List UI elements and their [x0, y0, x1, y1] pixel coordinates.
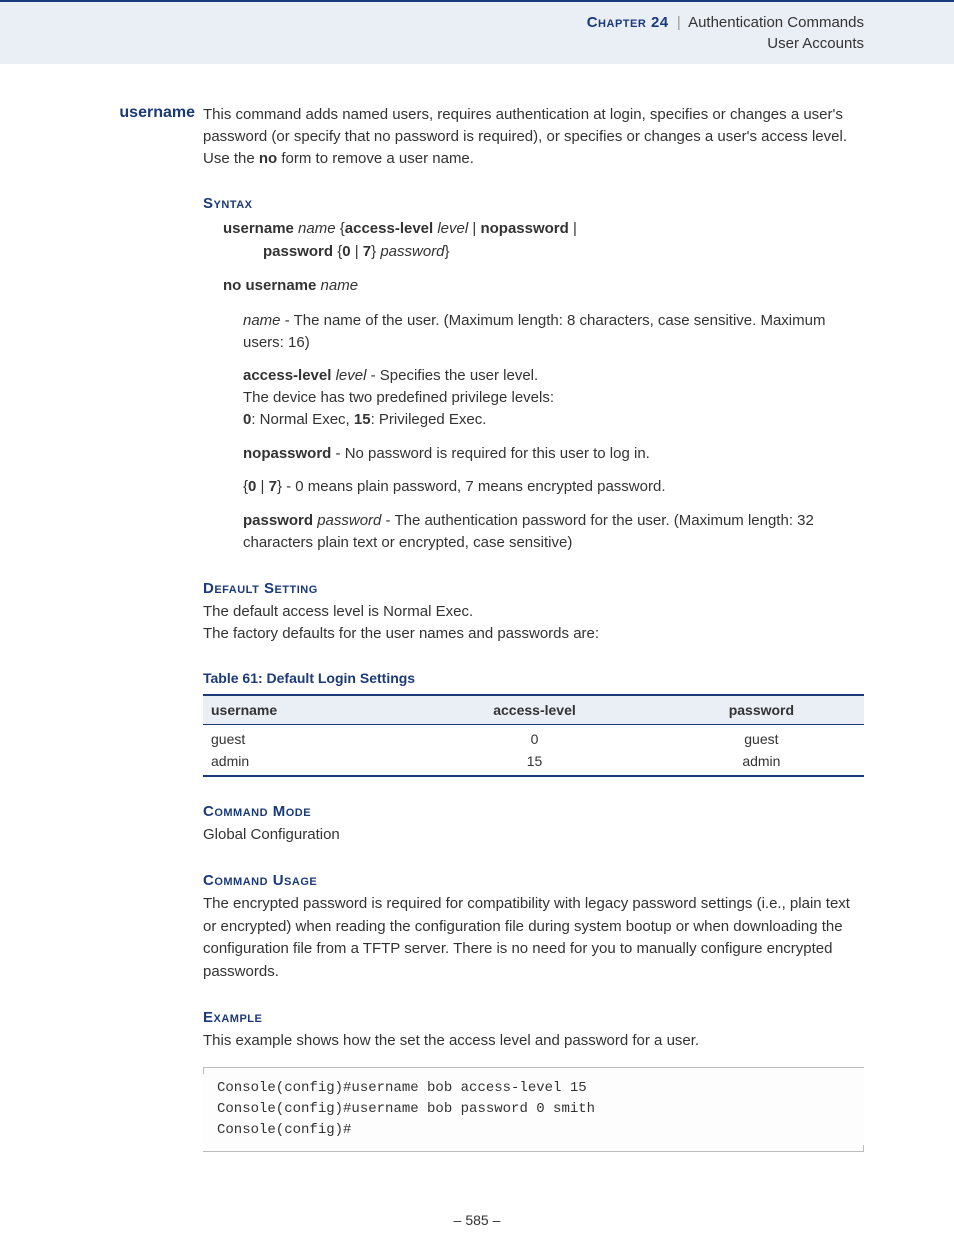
- pp-i1: password: [317, 512, 381, 529]
- pz-p3: } - 0 means plain password, 7 means encr…: [277, 478, 666, 495]
- th-password: password: [659, 695, 864, 725]
- param-password: password password - The authentication p…: [243, 510, 864, 554]
- example-line: Console(config)#username bob password 0 …: [217, 1099, 850, 1120]
- pa-t4: : Privileged Exec.: [371, 411, 487, 428]
- page-number: – 585 –: [90, 1212, 864, 1228]
- chapter-label: Chapter 24: [587, 14, 669, 31]
- nl-i1: name: [321, 277, 359, 294]
- example-line: Console(config)#: [217, 1120, 850, 1141]
- pnp-b1: nopassword: [243, 445, 331, 462]
- pa-t1: - Specifies the user level.: [366, 367, 538, 384]
- no-username-line: no username name: [223, 275, 864, 298]
- th-access-level: access-level: [410, 695, 659, 725]
- desc-post: form to remove a user name.: [277, 150, 474, 167]
- sl2-b3: 7: [363, 243, 371, 260]
- command-mode-text: Global Configuration: [203, 824, 864, 847]
- table-row: guest 0 guest: [203, 724, 864, 750]
- pz-p2: |: [261, 478, 269, 495]
- syntax-heading: Syntax: [203, 195, 864, 212]
- default-setting-heading: Default Setting: [203, 580, 864, 597]
- sl2-p2: |: [355, 243, 363, 260]
- param-access-level: access-level level - Specifies the user …: [243, 365, 864, 430]
- pa-t2: The device has two predefined privilege …: [243, 389, 554, 406]
- login-settings-table: username access-level password guest 0 g…: [203, 694, 864, 777]
- header-separator: |: [673, 14, 685, 31]
- pa-t3: : Normal Exec,: [251, 411, 354, 428]
- td-username: guest: [203, 724, 410, 750]
- command-mode-heading: Command Mode: [203, 803, 864, 820]
- pz-b2: 7: [269, 478, 277, 495]
- td-username: admin: [203, 750, 410, 776]
- sl1-i1: name: [298, 220, 340, 237]
- sl1-i2: level: [437, 220, 472, 237]
- chapter-title: Authentication Commands: [688, 14, 864, 31]
- sl2-p4: }: [445, 243, 450, 260]
- sl1-b1: access-level: [345, 220, 438, 237]
- sl2-b2: 0: [342, 243, 355, 260]
- ds-l2: The factory defaults for the user names …: [203, 625, 599, 642]
- pn-i1: name: [243, 312, 281, 329]
- default-setting-text: The default access level is Normal Exec.…: [203, 601, 864, 646]
- page-header: Chapter 24 | Authentication Commands Use…: [0, 0, 954, 64]
- pp-b1: password: [243, 512, 317, 529]
- td-access-level: 15: [410, 750, 659, 776]
- command-description: This command adds named users, requires …: [203, 104, 864, 169]
- sl2-p3: }: [371, 243, 380, 260]
- sl2-b1: password: [263, 243, 337, 260]
- table-caption: Table 61: Default Login Settings: [203, 670, 864, 686]
- sl1-b2: nopassword: [480, 220, 573, 237]
- pnp-t1: - No password is required for this user …: [331, 445, 649, 462]
- param-zero-seven: {0 | 7} - 0 means plain password, 7 mean…: [243, 476, 864, 498]
- pa-b1: access-level: [243, 367, 336, 384]
- syntax-line-1: username name {access-level level | nopa…: [223, 218, 864, 263]
- desc-bold: no: [259, 150, 277, 167]
- pa-i1: level: [336, 367, 367, 384]
- command-name: username: [90, 104, 203, 122]
- td-password: admin: [659, 750, 864, 776]
- example-line: Console(config)#username bob access-leve…: [217, 1078, 850, 1099]
- td-password: guest: [659, 724, 864, 750]
- pa-b3: 15: [354, 411, 371, 428]
- page-body: username This command adds named users, …: [0, 64, 954, 1258]
- pz-b1: 0: [248, 478, 261, 495]
- th-username: username: [203, 695, 410, 725]
- header-subtitle: User Accounts: [0, 33, 864, 54]
- param-name: name - The name of the user. (Maximum le…: [243, 310, 864, 354]
- pn-t1: - The name of the user. (Maximum length:…: [243, 312, 825, 351]
- td-access-level: 0: [410, 724, 659, 750]
- example-intro: This example shows how the set the acces…: [203, 1030, 864, 1053]
- param-nopassword: nopassword - No password is required for…: [243, 443, 864, 465]
- sl1-p4: |: [573, 220, 577, 237]
- command-usage-text: The encrypted password is required for c…: [203, 893, 864, 983]
- sl1-p1: username: [223, 220, 298, 237]
- ds-l1: The default access level is Normal Exec.: [203, 603, 473, 620]
- example-code-block: Console(config)#username bob access-leve…: [203, 1067, 864, 1152]
- nl-b1: no username: [223, 277, 321, 294]
- command-usage-heading: Command Usage: [203, 872, 864, 889]
- example-heading: Example: [203, 1009, 864, 1026]
- table-row: admin 15 admin: [203, 750, 864, 776]
- sl2-i1: password: [380, 243, 444, 260]
